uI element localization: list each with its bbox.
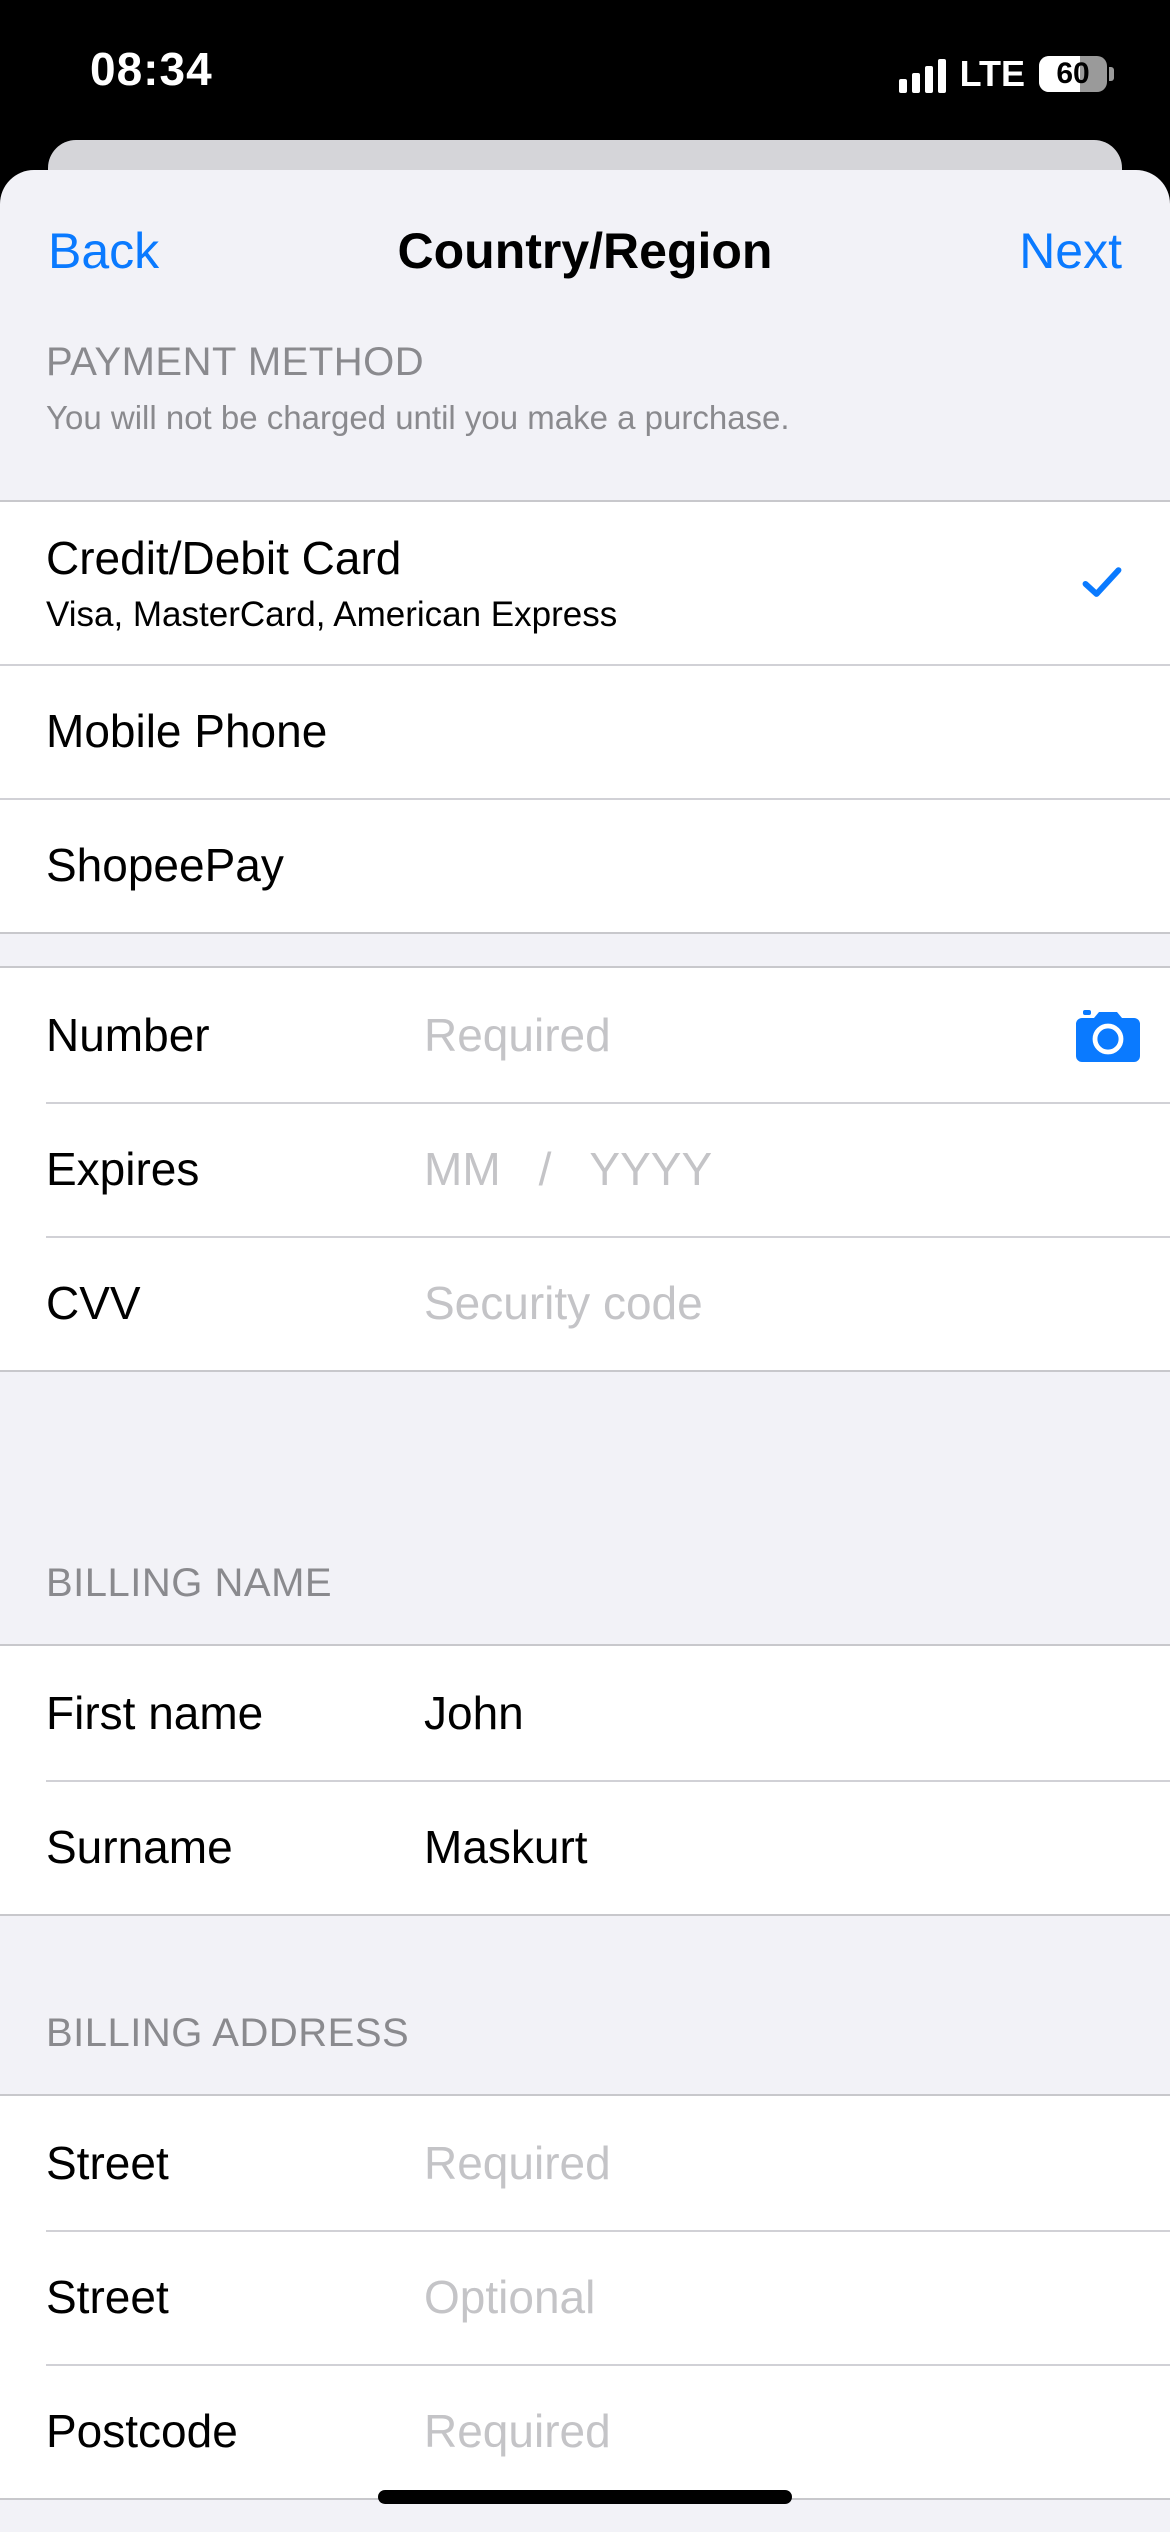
status-time: 08:34 [90,43,213,95]
card-cvv-row: CVV [0,1236,1170,1370]
payment-options: Credit/Debit Card Visa, MasterCard, Amer… [0,500,1170,934]
street-2-input[interactable] [424,2270,1170,2324]
payment-option-label: Mobile Phone [46,705,328,757]
payment-sheet: Back Country/Region Next PAYMENT METHOD … [0,170,1170,2532]
payment-option-mobile-phone[interactable]: Mobile Phone [0,664,1170,798]
page-title: Country/Region [397,223,773,279]
payment-option-label: ShopeePay [46,839,284,891]
battery-icon: 60 [1039,56,1107,92]
billing-name-title: BILLING NAME [46,1561,333,1605]
expires-year-placeholder: YYYY [589,1143,713,1195]
navigation-bar: Back Country/Region Next [0,170,1170,340]
card-cvv-input[interactable] [424,1276,1170,1330]
signal-strength-icon [898,55,946,93]
payment-option-credit-card[interactable]: Credit/Debit Card Visa, MasterCard, Amer… [0,502,1170,664]
card-number-label: Number [46,1009,210,1061]
billing-address-title: BILLING ADDRESS [46,2011,410,2055]
first-name-input[interactable] [424,1686,1170,1740]
first-name-row: First name [0,1646,1170,1780]
payment-method-title: PAYMENT METHOD [46,340,425,384]
next-button[interactable]: Next [1019,222,1122,280]
billing-address-header: BILLING ADDRESS [0,1916,1170,2094]
payment-option-detail: Visa, MasterCard, American Express [46,595,618,634]
surname-input[interactable] [424,1820,1170,1874]
billing-address-group: Street Street Postcode [0,2094,1170,2500]
surname-label: Surname [46,1821,233,1873]
street-2-label: Street [46,2271,169,2323]
card-details: Number Expires MM / YYYY CVV [0,966,1170,1372]
card-cvv-label: CVV [46,1277,141,1329]
card-number-input[interactable] [424,1008,1170,1062]
card-number-row: Number [0,968,1170,1102]
card-expires-row[interactable]: Expires MM / YYYY [0,1102,1170,1236]
expires-input[interactable]: MM / YYYY [424,1142,712,1196]
battery-level: 60 [1056,57,1090,90]
street-1-label: Street [46,2137,169,2189]
card-expires-label: Expires [46,1143,200,1195]
street-2-row: Street [0,2230,1170,2364]
network-type: LTE [959,53,1025,94]
expires-separator: / [538,1143,552,1195]
payment-option-label: Credit/Debit Card [46,532,402,584]
camera-icon[interactable] [1076,1008,1140,1062]
expires-month-placeholder: MM [424,1143,501,1195]
postcode-label: Postcode [46,2405,238,2457]
street-1-input[interactable] [424,2136,1170,2190]
payment-method-subtitle: You will not be charged until you make a… [46,399,790,436]
postcode-row: Postcode [0,2364,1170,2498]
status-bar: 08:34 LTE 60 [0,0,1170,145]
battery-tip [1109,67,1114,81]
surname-row: Surname [0,1780,1170,1914]
billing-name-group: First name Surname [0,1644,1170,1916]
payment-option-shopeepay[interactable]: ShopeePay [0,798,1170,932]
postcode-input[interactable] [424,2404,1170,2458]
home-indicator [378,2490,792,2504]
checkmark-icon [1082,567,1122,597]
billing-name-header: BILLING NAME [0,1372,1170,1644]
payment-method-header: PAYMENT METHOD You will not be charged u… [0,340,1170,500]
first-name-label: First name [46,1687,264,1739]
street-1-row: Street [0,2096,1170,2230]
status-indicators: LTE 60 [898,50,1114,98]
